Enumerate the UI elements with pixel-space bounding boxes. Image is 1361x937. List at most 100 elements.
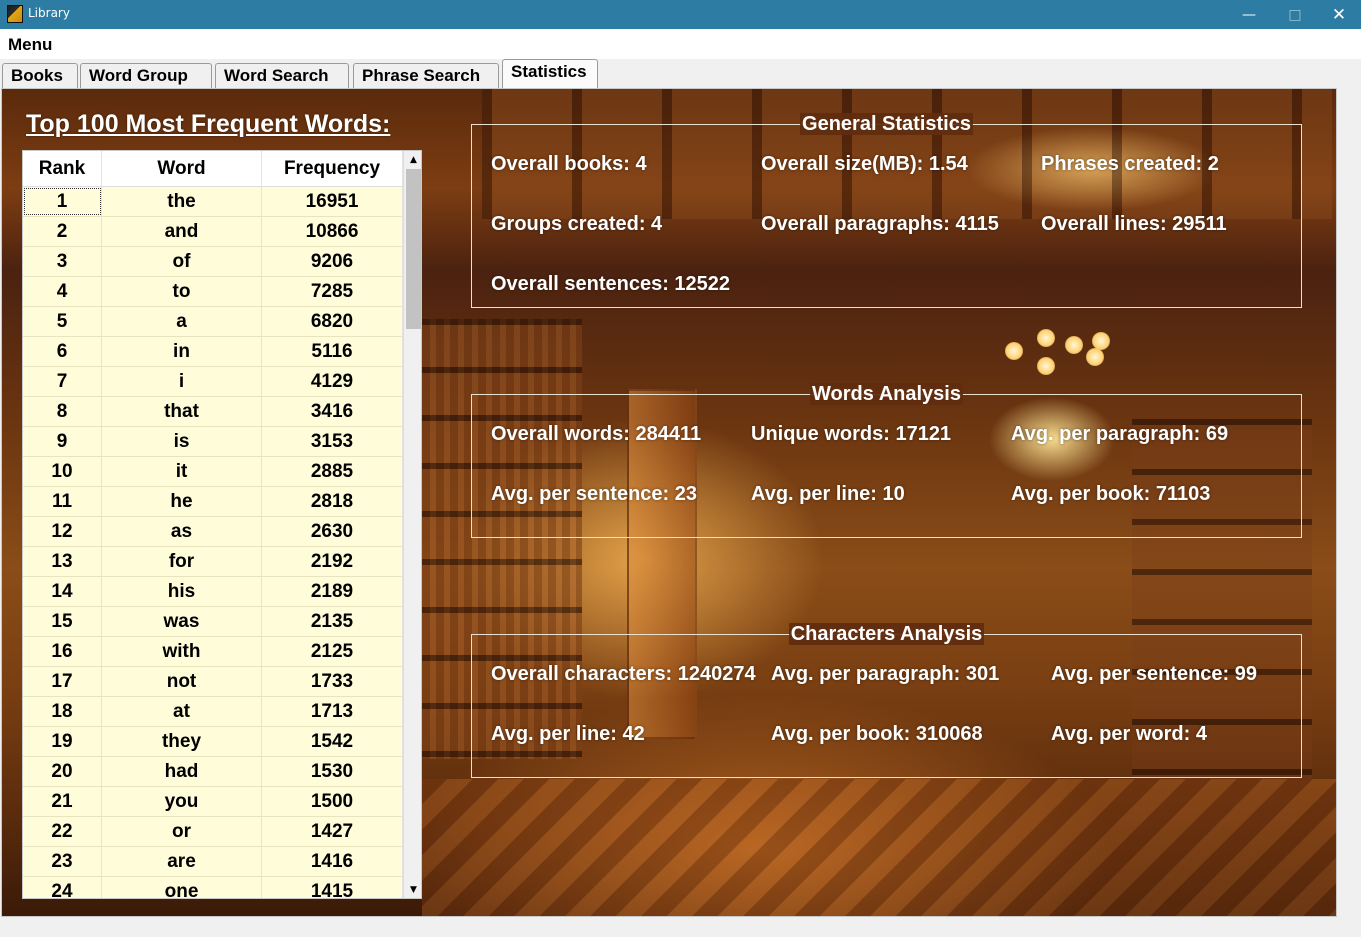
cell-rank[interactable]: 6 — [23, 337, 102, 366]
cell-word[interactable]: a — [102, 307, 262, 336]
cell-rank[interactable]: 22 — [23, 817, 102, 846]
table-row[interactable]: 16 with 2125 — [23, 637, 403, 667]
cell-frequency[interactable]: 1416 — [262, 847, 403, 876]
cell-rank[interactable]: 12 — [23, 517, 102, 546]
table-row[interactable]: 13 for 2192 — [23, 547, 403, 577]
scroll-down-icon[interactable]: ▼ — [404, 881, 421, 898]
scroll-up-icon[interactable]: ▲ — [404, 151, 421, 168]
maximize-button[interactable]: □ — [1272, 0, 1318, 29]
tab-books[interactable]: Books — [2, 63, 78, 88]
tab-statistics[interactable]: Statistics — [502, 59, 598, 88]
cell-frequency[interactable]: 9206 — [262, 247, 403, 276]
minimize-button[interactable]: — — [1226, 0, 1272, 29]
table-row[interactable]: 17 not 1733 — [23, 667, 403, 697]
table-row[interactable]: 3 of 9206 — [23, 247, 403, 277]
table-row[interactable]: 19 they 1542 — [23, 727, 403, 757]
cell-word[interactable]: or — [102, 817, 262, 846]
table-row[interactable]: 6 in 5116 — [23, 337, 403, 367]
cell-rank[interactable]: 23 — [23, 847, 102, 876]
cell-rank[interactable]: 14 — [23, 577, 102, 606]
table-scrollbar[interactable]: ▲ ▼ — [403, 151, 421, 898]
table-row[interactable]: 14 his 2189 — [23, 577, 403, 607]
cell-rank[interactable]: 7 — [23, 367, 102, 396]
cell-frequency[interactable]: 1500 — [262, 787, 403, 816]
cell-rank[interactable]: 10 — [23, 457, 102, 486]
column-header-rank[interactable]: Rank — [23, 151, 102, 186]
scroll-thumb[interactable] — [406, 169, 421, 329]
cell-word[interactable]: and — [102, 217, 262, 246]
cell-word[interactable]: i — [102, 367, 262, 396]
cell-frequency[interactable]: 10866 — [262, 217, 403, 246]
cell-word[interactable]: not — [102, 667, 262, 696]
cell-frequency[interactable]: 7285 — [262, 277, 403, 306]
table-row[interactable]: 23 are 1416 — [23, 847, 403, 877]
tab-word-group[interactable]: Word Group — [80, 63, 212, 88]
cell-word[interactable]: to — [102, 277, 262, 306]
cell-frequency[interactable]: 2135 — [262, 607, 403, 636]
cell-word[interactable]: it — [102, 457, 262, 486]
column-header-frequency[interactable]: Frequency — [262, 151, 403, 186]
close-button[interactable]: ✕ — [1316, 0, 1361, 29]
cell-word[interactable]: with — [102, 637, 262, 666]
table-row[interactable]: 15 was 2135 — [23, 607, 403, 637]
cell-frequency[interactable]: 1427 — [262, 817, 403, 846]
cell-frequency[interactable]: 5116 — [262, 337, 403, 366]
table-row[interactable]: 1 the 16951 — [23, 187, 403, 217]
cell-word[interactable]: was — [102, 607, 262, 636]
cell-frequency[interactable]: 2189 — [262, 577, 403, 606]
cell-word[interactable]: had — [102, 757, 262, 786]
cell-word[interactable]: are — [102, 847, 262, 876]
cell-rank[interactable]: 8 — [23, 397, 102, 426]
cell-rank[interactable]: 1 — [23, 187, 102, 216]
cell-word[interactable]: one — [102, 877, 262, 898]
cell-frequency[interactable]: 2630 — [262, 517, 403, 546]
table-row[interactable]: 20 had 1530 — [23, 757, 403, 787]
cell-word[interactable]: he — [102, 487, 262, 516]
cell-frequency[interactable]: 3416 — [262, 397, 403, 426]
cell-word[interactable]: is — [102, 427, 262, 456]
cell-frequency[interactable]: 2125 — [262, 637, 403, 666]
cell-word[interactable]: at — [102, 697, 262, 726]
cell-word[interactable]: for — [102, 547, 262, 576]
cell-word[interactable]: the — [102, 187, 262, 216]
cell-frequency[interactable]: 2192 — [262, 547, 403, 576]
cell-rank[interactable]: 19 — [23, 727, 102, 756]
cell-word[interactable]: in — [102, 337, 262, 366]
cell-rank[interactable]: 17 — [23, 667, 102, 696]
table-row[interactable]: 22 or 1427 — [23, 817, 403, 847]
table-row[interactable]: 2 and 10866 — [23, 217, 403, 247]
cell-frequency[interactable]: 1713 — [262, 697, 403, 726]
table-row[interactable]: 5 a 6820 — [23, 307, 403, 337]
cell-rank[interactable]: 18 — [23, 697, 102, 726]
table-row[interactable]: 24 one 1415 — [23, 877, 403, 898]
cell-rank[interactable]: 16 — [23, 637, 102, 666]
cell-frequency[interactable]: 1530 — [262, 757, 403, 786]
cell-frequency[interactable]: 1733 — [262, 667, 403, 696]
cell-rank[interactable]: 5 — [23, 307, 102, 336]
cell-frequency[interactable]: 1415 — [262, 877, 403, 898]
cell-rank[interactable]: 4 — [23, 277, 102, 306]
table-row[interactable]: 12 as 2630 — [23, 517, 403, 547]
menu-item[interactable]: Menu — [8, 35, 52, 55]
table-row[interactable]: 4 to 7285 — [23, 277, 403, 307]
cell-rank[interactable]: 20 — [23, 757, 102, 786]
table-row[interactable]: 18 at 1713 — [23, 697, 403, 727]
cell-word[interactable]: of — [102, 247, 262, 276]
cell-frequency[interactable]: 1542 — [262, 727, 403, 756]
cell-frequency[interactable]: 16951 — [262, 187, 403, 216]
frequent-words-table[interactable]: Rank Word Frequency 1 the 16951 2 and 10866 3 o… — [22, 150, 422, 899]
tab-phrase-search[interactable]: Phrase Search — [353, 63, 499, 88]
cell-word[interactable]: as — [102, 517, 262, 546]
cell-frequency[interactable]: 6820 — [262, 307, 403, 336]
cell-frequency[interactable]: 2885 — [262, 457, 403, 486]
cell-frequency[interactable]: 4129 — [262, 367, 403, 396]
cell-rank[interactable]: 2 — [23, 217, 102, 246]
cell-frequency[interactable]: 3153 — [262, 427, 403, 456]
cell-rank[interactable]: 24 — [23, 877, 102, 898]
cell-frequency[interactable]: 2818 — [262, 487, 403, 516]
cell-word[interactable]: his — [102, 577, 262, 606]
cell-rank[interactable]: 21 — [23, 787, 102, 816]
table-row[interactable]: 7 i 4129 — [23, 367, 403, 397]
table-row[interactable]: 8 that 3416 — [23, 397, 403, 427]
column-header-word[interactable]: Word — [102, 151, 262, 186]
